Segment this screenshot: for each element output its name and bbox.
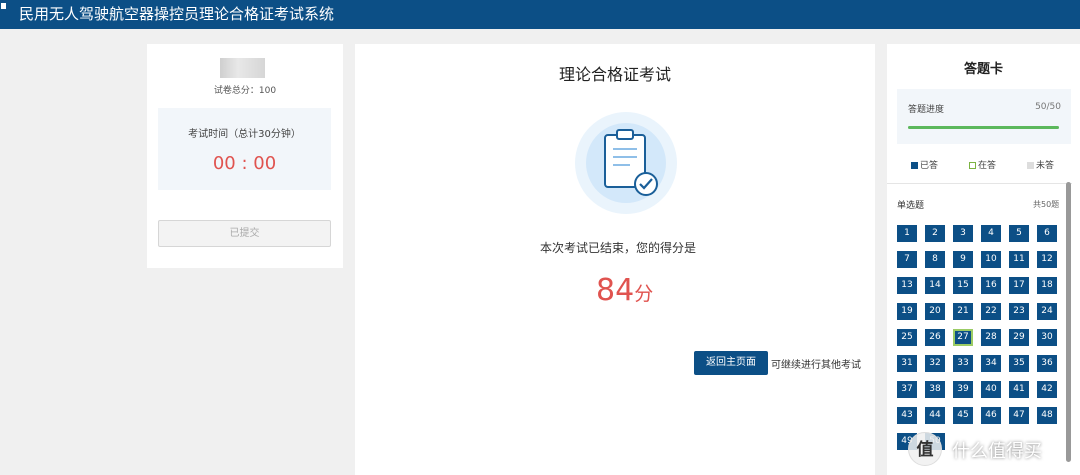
question-button[interactable]: 16 [981, 277, 1001, 294]
question-button[interactable]: 14 [925, 277, 945, 294]
question-button[interactable]: 45 [953, 407, 973, 424]
section-name: 单选题 [897, 201, 925, 211]
answered-swatch [911, 162, 918, 169]
question-button[interactable]: 46 [981, 407, 1001, 424]
legend-current: 在答 [969, 158, 996, 171]
score-unit: 分 [634, 283, 654, 305]
question-button[interactable]: 42 [1037, 381, 1057, 398]
watermark-logo: 值 [908, 432, 942, 466]
divider [887, 183, 1072, 184]
progress-bar [908, 126, 1059, 129]
question-button[interactable]: 20 [925, 303, 945, 320]
unanswered-swatch [1027, 162, 1034, 169]
legend-answered: 已答 [911, 158, 938, 171]
continue-hint: 可继续进行其他考试 [771, 360, 861, 371]
question-button[interactable]: 29 [1009, 329, 1029, 346]
progress-box: 答题进度 50/50 [897, 89, 1071, 144]
question-button[interactable]: 9 [953, 251, 973, 268]
progress-count: 50/50 [1035, 102, 1061, 112]
question-button[interactable]: 31 [897, 355, 917, 372]
question-button[interactable]: 5 [1009, 225, 1029, 242]
question-button[interactable]: 1 [897, 225, 917, 242]
question-button[interactable]: 48 [1037, 407, 1057, 424]
question-button[interactable]: 18 [1037, 277, 1057, 294]
question-button[interactable]: 4 [981, 225, 1001, 242]
progress-fill [908, 126, 1059, 129]
question-button[interactable]: 40 [981, 381, 1001, 398]
watermark: 值 什么值得买 [908, 432, 1080, 470]
question-button[interactable]: 21 [953, 303, 973, 320]
question-button[interactable]: 23 [1009, 303, 1029, 320]
timer-value: 00 : 00 [212, 153, 277, 174]
return-home-button[interactable]: 返回主页面 [694, 351, 768, 375]
question-button[interactable]: 34 [981, 355, 1001, 372]
question-button[interactable]: 27 [953, 329, 973, 346]
result-panel [355, 44, 875, 475]
question-button[interactable]: 43 [897, 407, 917, 424]
score-value: 84 [596, 273, 635, 308]
clipboard-check-icon [575, 112, 677, 214]
question-button[interactable]: 15 [953, 277, 973, 294]
question-button[interactable]: 37 [897, 381, 917, 398]
question-button[interactable]: 13 [897, 277, 917, 294]
question-button[interactable]: 10 [981, 251, 1001, 268]
question-button[interactable]: 35 [1009, 355, 1029, 372]
question-button[interactable]: 39 [953, 381, 973, 398]
submitted-button[interactable]: 已提交 [158, 220, 331, 247]
header-corner-mark [1, 3, 6, 9]
question-button[interactable]: 19 [897, 303, 917, 320]
question-button[interactable]: 26 [925, 329, 945, 346]
app-title: 民用无人驾驶航空器操控员理论合格证考试系统 [19, 5, 335, 23]
question-button[interactable]: 25 [897, 329, 917, 346]
question-button[interactable]: 2 [925, 225, 945, 242]
app-header: 民用无人驾驶航空器操控员理论合格证考试系统 [0, 0, 1080, 29]
timer-box: 考试时间（总计30分钟） 00 : 00 [158, 108, 331, 190]
progress-label: 答题进度 [908, 105, 945, 115]
page-title: 理论合格证考试 [558, 65, 671, 84]
question-button[interactable]: 30 [1037, 329, 1057, 346]
question-button[interactable]: 3 [953, 225, 973, 242]
answer-card-title: 答题卡 [963, 62, 1003, 77]
timer-label: 考试时间（总计30分钟） [188, 129, 301, 140]
question-button[interactable]: 6 [1037, 225, 1057, 242]
question-button[interactable]: 11 [1009, 251, 1029, 268]
question-button[interactable]: 28 [981, 329, 1001, 346]
question-button[interactable]: 47 [1009, 407, 1029, 424]
current-swatch [969, 162, 976, 169]
question-button[interactable]: 12 [1037, 251, 1057, 268]
question-button[interactable]: 24 [1037, 303, 1057, 320]
legend-unanswered: 未答 [1027, 158, 1054, 171]
watermark-text: 什么值得买 [952, 441, 1042, 462]
question-button[interactable]: 7 [897, 251, 917, 268]
question-button[interactable]: 41 [1009, 381, 1029, 398]
section-count: 共50题 [1033, 200, 1060, 209]
question-button[interactable]: 22 [981, 303, 1001, 320]
question-button[interactable]: 17 [1009, 277, 1029, 294]
scrollbar[interactable] [1066, 182, 1071, 462]
total-score: 试卷总分：100 [213, 86, 277, 96]
question-button[interactable]: 8 [925, 251, 945, 268]
question-button[interactable]: 32 [925, 355, 945, 372]
avatar [220, 58, 265, 78]
question-button[interactable]: 36 [1037, 355, 1057, 372]
question-button[interactable]: 38 [925, 381, 945, 398]
score-display: 84分 [596, 273, 653, 308]
question-button[interactable]: 44 [925, 407, 945, 424]
question-button[interactable]: 33 [953, 355, 973, 372]
